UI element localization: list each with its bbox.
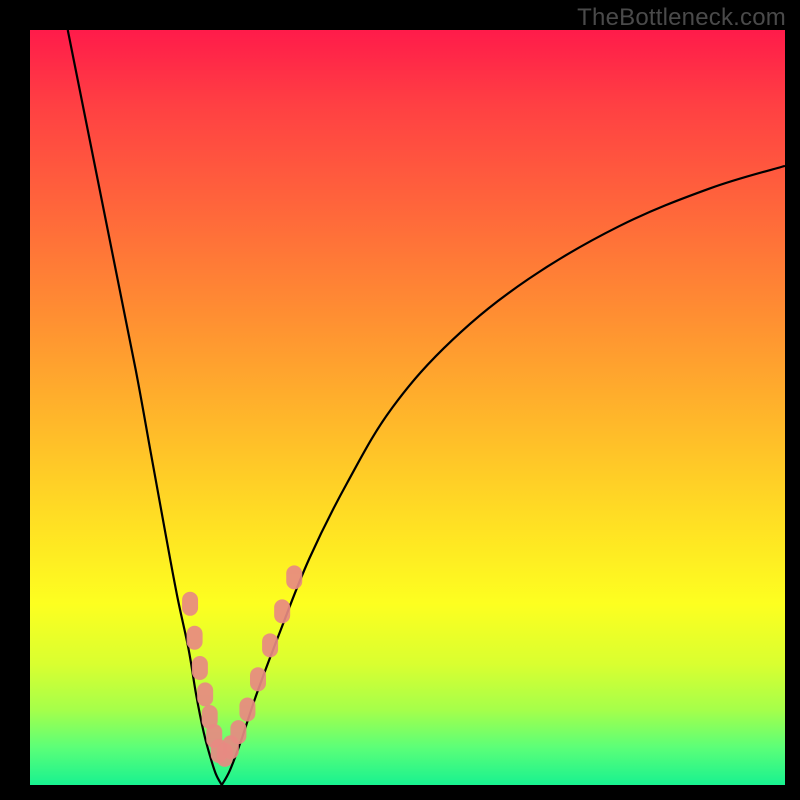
marker-group bbox=[182, 565, 302, 766]
chart-frame: TheBottleneck.com bbox=[0, 0, 800, 800]
curve-layer bbox=[30, 30, 785, 785]
marker-point bbox=[239, 698, 255, 722]
marker-point bbox=[187, 626, 203, 650]
marker-point bbox=[230, 720, 246, 744]
marker-point bbox=[262, 633, 278, 657]
marker-point bbox=[197, 682, 213, 706]
marker-point bbox=[250, 667, 266, 691]
marker-point bbox=[274, 599, 290, 623]
attribution-label: TheBottleneck.com bbox=[577, 4, 786, 32]
right-branch-path bbox=[222, 166, 785, 785]
plot-area bbox=[30, 30, 785, 785]
right-branch-curve bbox=[222, 166, 785, 785]
marker-point bbox=[192, 656, 208, 680]
marker-point bbox=[182, 592, 198, 616]
marker-point bbox=[286, 565, 302, 589]
